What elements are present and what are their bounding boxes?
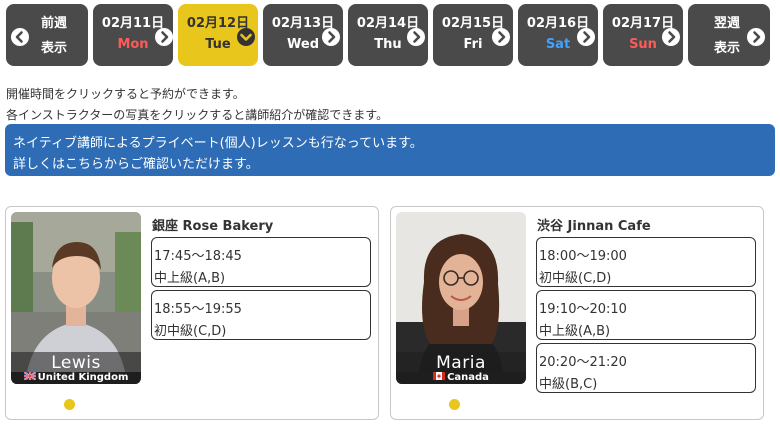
next-week-button[interactable]: 翌週 表示 [688, 4, 770, 66]
slot-level: 中上級(A,B) [539, 324, 611, 339]
info-text-profile: 各インストラクターの写真をクリックすると講師紹介が確認できます。 [6, 108, 389, 122]
slot-time: 19:10～20:10 [539, 302, 627, 317]
info-text-reserve: 開催時間をクリックすると予約ができます。 [6, 87, 245, 101]
uk-flag-icon [23, 372, 36, 380]
prev-week-sublabel: 表示 [40, 41, 67, 56]
lesson-slot[interactable]: 18:00～19:00 初中級(C,D) [536, 237, 756, 287]
instructor-photo-lewis[interactable]: Lewis United Kingdom [11, 212, 141, 384]
status-dot [64, 399, 75, 410]
instructor-country: United Kingdom [11, 372, 141, 384]
venue-name: 渋谷 Jinnan Cafe [537, 219, 651, 234]
lesson-slot[interactable]: 20:20～21:20 中級(B,C) [536, 343, 756, 393]
instructor-name: Lewis [51, 353, 101, 373]
day-tab-wed[interactable]: 02月13日 Wed [263, 4, 343, 66]
chevron-right-icon [747, 28, 765, 46]
instructor-photo-maria[interactable]: Maria Canada [396, 212, 526, 384]
day-tab-mon[interactable]: 02月11日 Mon [93, 4, 173, 66]
date-navigation: 前週 表示 02月11日 Mon 02月12日 Tue 02月13日 Wed 0… [0, 0, 780, 70]
instructor-country: Canada [396, 372, 526, 384]
instructor-name: Maria [436, 353, 486, 373]
canada-flag-icon [433, 372, 446, 380]
day-tab-sat[interactable]: 02月16日 Sat [518, 4, 598, 66]
lesson-slot[interactable]: 19:10～20:10 中上級(A,B) [536, 290, 756, 340]
chevron-right-icon [407, 28, 425, 46]
chevron-right-icon [662, 28, 680, 46]
instructor-card: Maria Canada 渋谷 Jinnan Cafe 18:00～19:00 … [390, 206, 764, 420]
country-name: United Kingdom [37, 372, 129, 383]
day-tab-fri[interactable]: 02月15日 Fri [433, 4, 513, 66]
day-tab-tue[interactable]: 02月12日 Tue [178, 4, 258, 66]
chevron-right-icon [492, 28, 510, 46]
chevron-down-icon [237, 28, 255, 46]
slot-time: 20:20～21:20 [539, 355, 627, 370]
chevron-right-icon [155, 28, 173, 46]
slot-level: 中級(B,C) [539, 377, 598, 392]
slot-time: 17:45～18:45 [154, 249, 242, 264]
chevron-right-icon [577, 28, 595, 46]
private-lesson-banner[interactable]: ネイティブ講師によるプライベート(個人)レッスンも行なっています。 詳しくはこち… [5, 124, 775, 176]
banner-line1: ネイティブ講師によるプライベート(個人)レッスンも行なっています。 [13, 136, 423, 151]
slot-time: 18:55～19:55 [154, 302, 242, 317]
slot-time: 18:00～19:00 [539, 249, 627, 264]
chevron-right-icon [322, 28, 340, 46]
country-name: Canada [447, 372, 489, 383]
lesson-slot[interactable]: 18:55～19:55 初中級(C,D) [151, 290, 371, 340]
slot-level: 中上級(A,B) [154, 271, 226, 286]
banner-line2: 詳しくはこちらからご確認いただけます。 [13, 157, 259, 172]
slot-level: 初中級(C,D) [154, 324, 227, 339]
status-dot [449, 399, 460, 410]
prev-week-label: 前週 [40, 16, 67, 31]
venue-name: 銀座 Rose Bakery [152, 219, 274, 234]
day-tab-thu[interactable]: 02月14日 Thu [348, 4, 428, 66]
day-tab-sun[interactable]: 02月17日 Sun [603, 4, 683, 66]
prev-week-button[interactable]: 前週 表示 [6, 4, 88, 66]
lesson-slot[interactable]: 17:45～18:45 中上級(A,B) [151, 237, 371, 287]
slot-level: 初中級(C,D) [539, 271, 612, 286]
instructor-card: Lewis United Kingdom 銀座 Rose Bakery 17:4… [5, 206, 379, 420]
